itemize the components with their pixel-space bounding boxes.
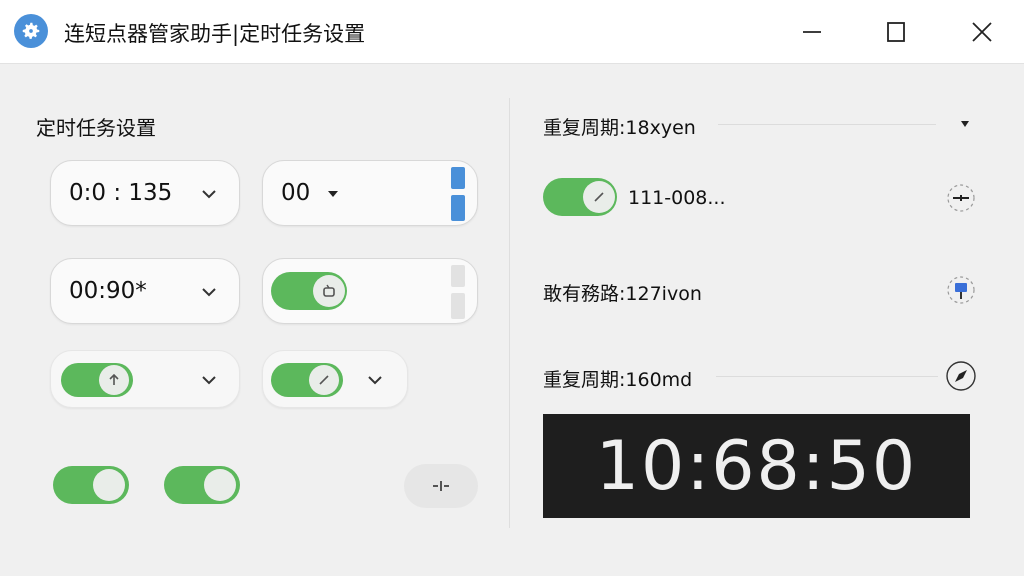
close-icon: [972, 22, 992, 42]
gear-icon: [14, 14, 48, 48]
row-divider: [718, 124, 936, 125]
time-select-second[interactable]: 00:90*: [50, 258, 240, 324]
arrow-up-icon: [99, 365, 129, 395]
scrollbar-track-upper[interactable]: [451, 265, 465, 287]
repeat-cycle-label: 重复周期:18xyen: [543, 117, 696, 139]
title-bar: 连短点器管家助手|定时任务设置: [0, 0, 1024, 64]
compass-button[interactable]: [944, 359, 978, 393]
slash-icon: [309, 365, 339, 395]
toggle-switch[interactable]: [271, 272, 347, 310]
toggle-switch[interactable]: [61, 363, 133, 397]
compass-icon: [946, 361, 976, 391]
toggle-switch[interactable]: [164, 466, 240, 504]
pin-icon: [947, 276, 975, 304]
toggle-switch[interactable]: [53, 466, 129, 504]
minimize-icon: [803, 31, 821, 33]
scrollbar-thumb-upper[interactable]: [451, 167, 465, 189]
chevron-down-icon: [365, 370, 385, 390]
toggle-card: [262, 258, 478, 324]
window-title: 连短点器管家助手|定时任务设置: [64, 22, 366, 46]
toggle-knob: [93, 469, 125, 501]
close-button[interactable]: [962, 12, 1002, 52]
slash-icon: [583, 181, 615, 213]
scrollbar[interactable]: [451, 167, 465, 221]
time-select-hour[interactable]: 0:0 : 135: [50, 160, 240, 226]
toggle-select[interactable]: [50, 350, 240, 408]
dropdown-caret-icon: [961, 121, 969, 127]
time-select-value: 00:90*: [69, 278, 147, 304]
split-icon: [433, 481, 449, 491]
crosshair-icon: [947, 184, 975, 212]
row-divider: [716, 376, 938, 377]
digital-clock: 10:68:50: [543, 414, 970, 518]
time-select-value: 0:0 : 135: [69, 180, 173, 206]
toggle-switch[interactable]: [543, 178, 617, 216]
panel-divider: [509, 98, 510, 528]
scrollbar-track-lower[interactable]: [451, 293, 465, 319]
caret-down-icon: [323, 184, 343, 204]
pin-button[interactable]: [944, 273, 978, 307]
route-label: 敢有務路:127ivon: [543, 283, 702, 305]
minimize-button[interactable]: [792, 12, 832, 52]
clock-time: 10:68:50: [595, 426, 918, 506]
split-button[interactable]: [404, 464, 478, 508]
chevron-down-icon: [199, 370, 219, 390]
minute-select[interactable]: 00: [262, 160, 478, 226]
task-id-label: 111-008...: [628, 187, 726, 209]
repeat-cycle-label: 重复周期:160md: [543, 369, 693, 391]
chevron-down-icon: [199, 282, 219, 302]
maximize-button[interactable]: [876, 12, 916, 52]
crosshair-button[interactable]: [944, 181, 978, 215]
minute-select-value: 00: [281, 180, 311, 206]
scrollbar[interactable]: [451, 265, 465, 319]
section-title: 定时任务设置: [36, 116, 156, 140]
maximize-icon: [887, 22, 905, 42]
copy-icon: [313, 275, 345, 307]
chevron-down-icon: [199, 184, 219, 204]
scrollbar-thumb-lower[interactable]: [451, 195, 465, 221]
toggle-knob: [204, 469, 236, 501]
toggle-select[interactable]: [262, 350, 408, 408]
toggle-switch[interactable]: [271, 363, 343, 397]
dropdown-button[interactable]: [948, 107, 982, 141]
